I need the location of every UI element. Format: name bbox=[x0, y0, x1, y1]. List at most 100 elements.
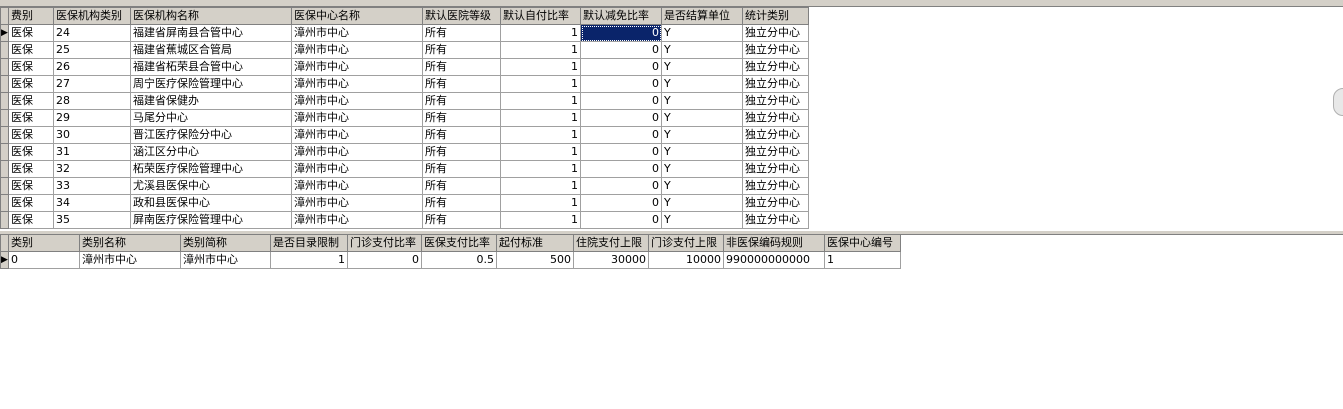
table-cell[interactable]: 1 bbox=[500, 24, 581, 42]
table-cell[interactable]: 28 bbox=[53, 92, 131, 110]
table-cell[interactable]: 医保 bbox=[8, 194, 54, 212]
table-cell[interactable]: Y bbox=[661, 211, 743, 229]
table-cell[interactable]: Y bbox=[661, 58, 743, 76]
table-cell[interactable]: 0 bbox=[580, 24, 662, 42]
grid2-header[interactable]: 医保支付比率 bbox=[421, 234, 497, 252]
table-cell[interactable]: 马尾分中心 bbox=[130, 109, 292, 127]
table-cell[interactable]: 漳州市中心 bbox=[291, 177, 423, 195]
table-cell[interactable]: 所有 bbox=[422, 24, 501, 42]
table-cell[interactable]: 独立分中心 bbox=[742, 58, 809, 76]
table-cell[interactable]: Y bbox=[661, 160, 743, 178]
table-cell[interactable]: 福建省蕉城区合管局 bbox=[130, 41, 292, 59]
table-cell[interactable]: 0 bbox=[580, 75, 662, 93]
table-cell[interactable]: 990000000000 bbox=[723, 251, 825, 269]
table-cell[interactable]: 医保 bbox=[8, 58, 54, 76]
side-scroll-handle[interactable] bbox=[1333, 88, 1343, 116]
table-cell[interactable]: 1 bbox=[500, 109, 581, 127]
table-cell[interactable]: 0 bbox=[580, 92, 662, 110]
table-cell[interactable]: 35 bbox=[53, 211, 131, 229]
row-indicator[interactable] bbox=[0, 177, 9, 195]
table-cell[interactable]: 0 bbox=[580, 143, 662, 161]
grid1-header[interactable]: 默认自付比率 bbox=[500, 7, 581, 25]
table-cell[interactable]: 医保 bbox=[8, 160, 54, 178]
table-cell[interactable]: 周宁医疗保险管理中心 bbox=[130, 75, 292, 93]
table-row[interactable]: 医保 28 福建省保健办 漳州市中心 所有 1 0 Y 独立分中心 bbox=[0, 92, 809, 110]
table-cell[interactable]: 1 bbox=[500, 143, 581, 161]
table-cell[interactable]: 25 bbox=[53, 41, 131, 59]
table-cell[interactable]: 漳州市中心 bbox=[291, 194, 423, 212]
grid1-header[interactable]: 医保中心名称 bbox=[291, 7, 423, 25]
table-cell[interactable]: 独立分中心 bbox=[742, 143, 809, 161]
table-cell[interactable]: 政和县医保中心 bbox=[130, 194, 292, 212]
table-cell[interactable]: 0 bbox=[347, 251, 422, 269]
grid1-header[interactable]: 医保机构名称 bbox=[130, 7, 292, 25]
table-cell[interactable]: 500 bbox=[496, 251, 574, 269]
table-row[interactable]: 医保 34 政和县医保中心 漳州市中心 所有 1 0 Y 独立分中心 bbox=[0, 194, 809, 212]
table-cell[interactable]: 独立分中心 bbox=[742, 109, 809, 127]
grid2-header[interactable]: 是否目录限制 bbox=[270, 234, 348, 252]
table-cell[interactable]: 所有 bbox=[422, 58, 501, 76]
table-row[interactable]: 医保 33 尤溪县医保中心 漳州市中心 所有 1 0 Y 独立分中心 bbox=[0, 177, 809, 195]
row-indicator[interactable] bbox=[0, 160, 9, 178]
row-indicator[interactable] bbox=[0, 194, 9, 212]
table-cell[interactable]: Y bbox=[661, 177, 743, 195]
table-cell[interactable]: 0 bbox=[580, 211, 662, 229]
row-indicator[interactable] bbox=[0, 58, 9, 76]
table-row[interactable]: 医保 31 涵江区分中心 漳州市中心 所有 1 0 Y 独立分中心 bbox=[0, 143, 809, 161]
grid2-header[interactable]: 类别 bbox=[8, 234, 80, 252]
table-cell[interactable]: Y bbox=[661, 24, 743, 42]
table-cell[interactable]: 医保 bbox=[8, 109, 54, 127]
table-row[interactable]: 医保 32 柘荣医疗保险管理中心 漳州市中心 所有 1 0 Y 独立分中心 bbox=[0, 160, 809, 178]
table-cell[interactable]: 29 bbox=[53, 109, 131, 127]
table-cell[interactable]: 医保 bbox=[8, 41, 54, 59]
grid1-header[interactable]: 默认减免比率 bbox=[580, 7, 662, 25]
table-cell[interactable]: 0.5 bbox=[421, 251, 497, 269]
table-cell[interactable]: 所有 bbox=[422, 109, 501, 127]
grid1-header[interactable]: 是否结算单位 bbox=[661, 7, 743, 25]
table-cell[interactable]: 独立分中心 bbox=[742, 24, 809, 42]
grid2-header[interactable]: 医保中心编号 bbox=[824, 234, 901, 252]
table-cell[interactable]: 漳州市中心 bbox=[291, 109, 423, 127]
table-cell[interactable]: 1 bbox=[500, 126, 581, 144]
table-cell[interactable]: 0 bbox=[580, 194, 662, 212]
table-cell[interactable]: 1 bbox=[270, 251, 348, 269]
table-cell[interactable]: 1 bbox=[500, 92, 581, 110]
table-row[interactable]: 医保 29 马尾分中心 漳州市中心 所有 1 0 Y 独立分中心 bbox=[0, 109, 809, 127]
table-cell[interactable]: 1 bbox=[824, 251, 901, 269]
table-cell[interactable]: 32 bbox=[53, 160, 131, 178]
table-cell[interactable]: 屏南医疗保险管理中心 bbox=[130, 211, 292, 229]
grid2-header[interactable]: 门诊支付上限 bbox=[648, 234, 724, 252]
table-cell[interactable]: Y bbox=[661, 143, 743, 161]
table-cell[interactable]: 0 bbox=[8, 251, 80, 269]
table-cell[interactable]: 漳州市中心 bbox=[291, 126, 423, 144]
grid1-header[interactable]: 默认医院等级 bbox=[422, 7, 501, 25]
table-cell[interactable]: 漳州市中心 bbox=[291, 24, 423, 42]
table-cell[interactable]: 漳州市中心 bbox=[291, 143, 423, 161]
table-cell[interactable]: 独立分中心 bbox=[742, 211, 809, 229]
table-cell[interactable]: 30 bbox=[53, 126, 131, 144]
table-cell[interactable]: Y bbox=[661, 41, 743, 59]
table-cell[interactable]: 所有 bbox=[422, 177, 501, 195]
table-cell[interactable]: 34 bbox=[53, 194, 131, 212]
row-indicator[interactable] bbox=[0, 143, 9, 161]
table-row[interactable]: 医保 26 福建省柘荣县合管中心 漳州市中心 所有 1 0 Y 独立分中心 bbox=[0, 58, 809, 76]
table-cell[interactable]: 24 bbox=[53, 24, 131, 42]
table-cell[interactable]: 1 bbox=[500, 211, 581, 229]
table-cell[interactable]: 所有 bbox=[422, 160, 501, 178]
table-cell[interactable]: 30000 bbox=[573, 251, 649, 269]
row-indicator[interactable] bbox=[0, 92, 9, 110]
table-cell[interactable]: 医保 bbox=[8, 75, 54, 93]
table-cell[interactable]: Y bbox=[661, 109, 743, 127]
table-cell[interactable]: 漳州市中心 bbox=[291, 75, 423, 93]
table-cell[interactable]: 福建省柘荣县合管中心 bbox=[130, 58, 292, 76]
table-cell[interactable]: 27 bbox=[53, 75, 131, 93]
table-cell[interactable]: 独立分中心 bbox=[742, 177, 809, 195]
table-cell[interactable]: 医保 bbox=[8, 126, 54, 144]
table-cell[interactable]: 漳州市中心 bbox=[79, 251, 181, 269]
table-row[interactable]: 医保 35 屏南医疗保险管理中心 漳州市中心 所有 1 0 Y 独立分中心 bbox=[0, 211, 809, 229]
table-cell[interactable]: 1 bbox=[500, 58, 581, 76]
table-cell[interactable]: 涵江区分中心 bbox=[130, 143, 292, 161]
table-cell[interactable]: 0 bbox=[580, 160, 662, 178]
table-cell[interactable]: 1 bbox=[500, 194, 581, 212]
table-cell[interactable]: 所有 bbox=[422, 211, 501, 229]
